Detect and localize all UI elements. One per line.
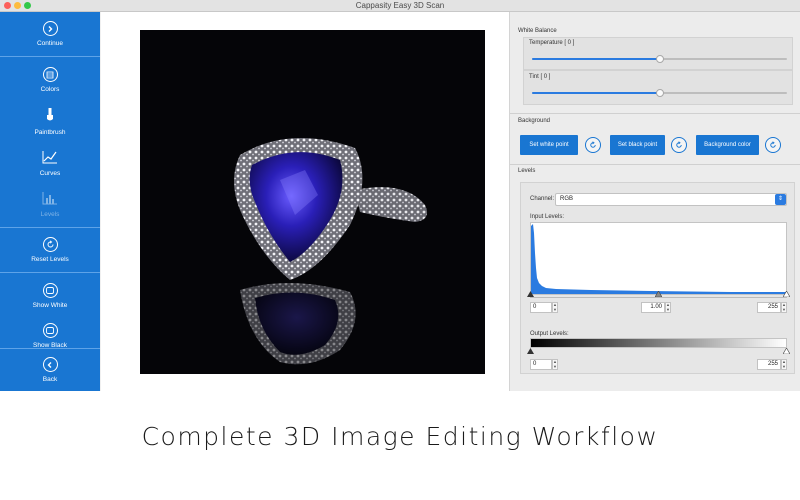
chevron-right-circle-icon — [42, 21, 58, 36]
input-gamma-field[interactable]: 1.00 — [641, 302, 665, 313]
tint-group: Tint [ 0 ] — [523, 70, 793, 105]
output-gradient — [530, 338, 787, 348]
chevron-updown-icon: ⇕ — [775, 194, 786, 205]
sidebar-item-label: Colors — [40, 86, 60, 93]
sidebar-item-paintbrush[interactable]: Paintbrush — [0, 102, 100, 140]
histogram — [530, 222, 787, 295]
output-black-stepper[interactable]: ▲ ▼ — [552, 359, 558, 370]
sidebar-item-continue[interactable]: Continue — [0, 12, 100, 56]
title-bar: Cappasity Easy 3D Scan — [0, 0, 800, 12]
input-black-stepper[interactable]: ▲ ▼ — [552, 302, 558, 313]
input-white-stepper[interactable]: ▲ ▼ — [781, 302, 787, 313]
channel-select[interactable]: RGB ⇕ — [555, 193, 787, 206]
temperature-slider[interactable] — [532, 55, 787, 63]
set-white-point-button[interactable]: Set white point — [520, 135, 578, 155]
temperature-group: Temperature [ 0 ] — [523, 37, 793, 70]
input-levels-label: Input Levels: — [530, 214, 565, 220]
ring-photo — [140, 30, 485, 374]
tint-slider[interactable] — [532, 89, 787, 97]
input-gamma-handle[interactable] — [655, 291, 662, 297]
input-black-handle[interactable] — [527, 291, 534, 297]
sidebar-item-label: Back — [42, 376, 58, 383]
sidebar-item-label: Levels — [40, 210, 60, 218]
app-screenshot: Cappasity Easy 3D Scan Continue Colors P… — [0, 0, 800, 500]
levels-title: Levels — [518, 168, 536, 174]
colors-grid-icon — [42, 67, 58, 82]
sidebar-divider — [0, 272, 100, 273]
sidebar-item-reset-levels[interactable]: Reset Levels — [0, 228, 100, 271]
chevron-left-circle-icon — [42, 357, 58, 372]
histogram-graph — [531, 224, 786, 294]
tint-slider-knob[interactable] — [655, 89, 664, 97]
sidebar-item-levels[interactable]: Levels — [0, 184, 100, 224]
levels-group: Channel: RGB ⇕ Input Levels: 0 ▲ ▼ 1.00 … — [520, 182, 795, 374]
sidebar-item-label: Reset Levels — [31, 255, 69, 263]
sidebar-item-back[interactable]: Back — [0, 349, 100, 391]
temperature-label: Temperature [ 0 ] — [529, 40, 575, 46]
sidebar-item-label: Curves — [39, 169, 61, 177]
channel-label: Channel: — [530, 196, 555, 202]
input-black-field[interactable]: 0 — [530, 302, 552, 313]
reset-icon — [590, 141, 596, 148]
sidebar-item-label: Paintbrush — [34, 128, 66, 136]
paintbrush-icon — [44, 107, 56, 125]
temperature-slider-knob[interactable] — [655, 55, 664, 63]
output-black-field[interactable]: 0 — [530, 359, 552, 370]
tint-slider-fill — [532, 92, 660, 94]
sidebar-divider — [0, 56, 100, 57]
sidebar: Continue Colors Paintbrush Curves Levels… — [0, 12, 100, 391]
input-white-field[interactable]: 255 — [757, 302, 781, 313]
app-window: Cappasity Easy 3D Scan Continue Colors P… — [0, 0, 800, 391]
curves-icon — [42, 150, 58, 166]
output-white-stepper[interactable]: ▲ ▼ — [781, 359, 787, 370]
levels-histogram-icon — [42, 191, 58, 207]
sidebar-item-show-white[interactable]: Show White — [0, 274, 100, 318]
sidebar-item-curves[interactable]: Curves — [0, 144, 100, 182]
reset-icon — [42, 236, 58, 252]
background-title: Background — [518, 118, 551, 124]
input-gamma-stepper[interactable]: ▲ ▼ — [665, 302, 671, 313]
show-black-icon — [42, 323, 58, 338]
reset-black-point-button[interactable] — [671, 137, 687, 153]
background-color-button[interactable]: Background color — [696, 135, 759, 155]
section-divider — [510, 164, 800, 165]
output-black-handle[interactable] — [527, 348, 534, 354]
reset-background-color-button[interactable] — [765, 137, 781, 153]
reset-icon — [770, 141, 776, 148]
output-levels-label: Output Levels: — [530, 331, 569, 337]
reset-icon — [676, 141, 682, 148]
section-divider — [510, 113, 800, 114]
window-title: Cappasity Easy 3D Scan — [355, 1, 445, 10]
tint-label: Tint [ 0 ] — [529, 74, 551, 80]
adjustments-panel: White Balance Temperature [ 0 ] Tint [ 0… — [509, 12, 800, 391]
sidebar-item-label: Show White — [32, 302, 68, 309]
output-white-handle[interactable] — [783, 348, 790, 354]
show-white-icon — [42, 283, 58, 298]
temperature-slider-fill — [532, 58, 660, 60]
sidebar-item-label: Continue — [36, 40, 64, 47]
reset-white-point-button[interactable] — [585, 137, 601, 153]
sidebar-item-colors[interactable]: Colors — [0, 62, 100, 98]
channel-value: RGB — [560, 196, 574, 202]
marketing-caption: Complete 3D Image Editing Workflow — [141, 422, 659, 451]
set-black-point-button[interactable]: Set black point — [610, 135, 665, 155]
output-white-field[interactable]: 255 — [757, 359, 781, 370]
input-white-handle[interactable] — [783, 291, 790, 297]
white-balance-title: White Balance — [518, 28, 557, 34]
input-levels-slider[interactable] — [530, 297, 787, 298]
